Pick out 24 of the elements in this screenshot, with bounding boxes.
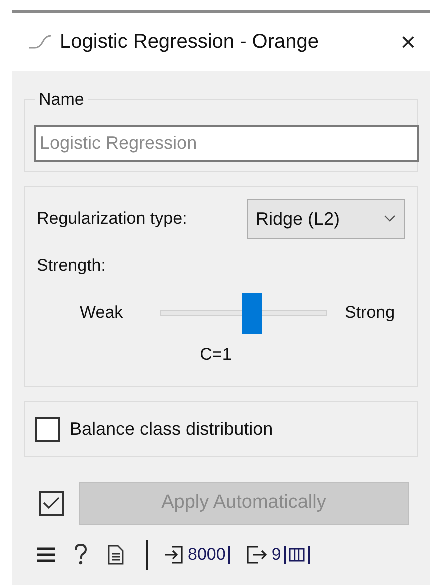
regularization-dropdown[interactable]: Ridge (L2) (247, 199, 405, 239)
output-icon (246, 545, 268, 565)
name-field[interactable]: Logistic Regression (34, 125, 419, 162)
slider-max-label: Strong (345, 302, 396, 324)
checkbox-label: Balance class distribution (70, 418, 274, 440)
slider-thumb[interactable] (242, 292, 262, 334)
menu-icon[interactable] (36, 547, 56, 563)
strength-value: C=1 (200, 344, 232, 366)
output-count: 9 (272, 544, 282, 566)
field-label: Regularization type: (37, 208, 188, 230)
close-button[interactable]: × (396, 29, 420, 55)
chevron-down-icon (384, 215, 396, 223)
document-icon[interactable] (108, 545, 124, 565)
slider-min-label: Weak (80, 302, 124, 324)
preview-icon[interactable] (289, 547, 306, 563)
strength-slider[interactable] (160, 292, 327, 334)
checkbox[interactable] (35, 416, 60, 442)
input-icon (164, 545, 184, 565)
help-icon[interactable] (74, 544, 88, 566)
checkmark-icon (43, 497, 60, 510)
app-icon (28, 35, 52, 49)
input-count: 8000 (188, 544, 226, 566)
field-label: Strength: (37, 255, 106, 277)
window-title: Logistic Regression - Orange (60, 30, 320, 55)
